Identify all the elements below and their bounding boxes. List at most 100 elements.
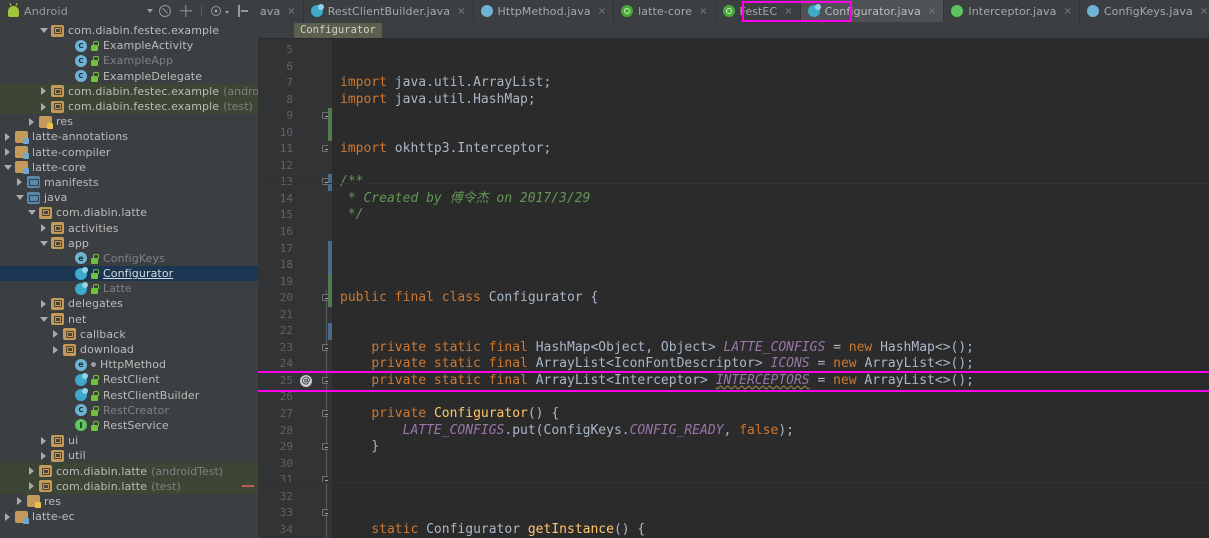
tree-right-arrow-icon[interactable] [26,482,37,491]
line-number: 18 [279,258,293,272]
tree-item-res[interactable]: res [0,494,258,509]
tree-right-arrow-icon[interactable] [26,467,37,476]
tree-item-restclientbuilder[interactable]: RestClientBuilder [0,388,258,403]
tree-item-latte-ec[interactable]: latte-ec [0,509,258,524]
tab-close-icon[interactable]: × [784,6,792,17]
tree-right-arrow-icon[interactable] [38,87,49,96]
tree-item-label: java [44,191,68,205]
gear-dropdown-caret-icon[interactable] [225,11,229,14]
tree-item-label: com.diabin.festec.example [68,100,220,114]
tree-item-com-diabin-festec-example[interactable]: com.diabin.festec.example (test) [0,98,258,115]
settings-gear-icon[interactable] [211,6,221,16]
tree-item-exampleactivity[interactable]: ExampleActivity [0,38,258,53]
tree-item-latte-annotations[interactable]: latte-annotations [0,129,258,144]
tree-right-arrow-icon[interactable] [38,224,49,233]
tree-right-arrow-icon[interactable] [38,451,49,460]
tree-item-com-diabin-latte[interactable]: com.diabin.latte (androidTest) [0,463,258,479]
tree-item-exampledelegate[interactable]: ExampleDelegate [0,69,258,84]
annotation-marker-icon[interactable]: @ [300,375,312,387]
editor-tab-restclientbuilder-java[interactable]: RestClientBuilder.java × [303,0,474,22]
tree-right-arrow-icon[interactable] [14,178,25,187]
expand-all-icon[interactable] [180,5,192,17]
tree-item-label: util [68,449,86,463]
tree-item-label: latte-ec [32,510,75,524]
tree-item-delegates[interactable]: delegates [0,296,258,311]
editor-tab-configkeys-java[interactable]: ConfigKeys.java × [1079,0,1209,22]
tree-item-download[interactable]: download [0,342,258,357]
tree-item-restservice[interactable]: RestService [0,418,258,433]
tree-item-exampleapp[interactable]: ExampleApp [0,53,258,68]
tree-item-latte-compiler[interactable]: latte-compiler [0,145,258,160]
editor-tab-latte-core[interactable]: latte-core × [614,0,716,22]
hide-panel-icon[interactable] [238,5,250,17]
tree-item-manifests[interactable]: manifests [0,175,258,190]
tree-item-httpmethod[interactable]: HttpMethod [0,357,258,372]
tree-item-com-diabin-latte[interactable]: com.diabin.latte (test) [0,478,258,494]
editor-tab-ava[interactable]: ava × [258,0,304,22]
tree-item-res[interactable]: res [0,114,258,129]
tree-right-arrow-icon[interactable] [2,512,13,521]
editor-tab-httpmethod-java[interactable]: HttpMethod.java × [473,0,615,22]
collapse-all-icon[interactable] [159,5,171,17]
tree-right-arrow-icon[interactable] [38,299,49,308]
tab-close-icon[interactable]: × [598,6,606,17]
tree-item-app[interactable]: app [0,236,258,251]
tree-item-callback[interactable]: callback [0,327,258,342]
tree-right-arrow-icon[interactable] [50,345,61,354]
editor-tab-configurator-java[interactable]: Configurator.java × [800,0,945,22]
tree-item-ui[interactable]: ui [0,433,258,448]
tree-item-restcreator[interactable]: RestCreator [0,403,258,418]
tree-item-label: com.diabin.festec.example [68,24,220,38]
tree-down-arrow-icon[interactable] [14,195,25,201]
tree-item-icons [49,24,64,37]
tree-item-com-diabin-festec-example[interactable]: com.diabin.festec.example(androidTest) [0,83,258,99]
tree-down-arrow-icon[interactable] [38,28,49,34]
tree-down-arrow-icon[interactable] [26,210,37,216]
tree-item-com-diabin-latte[interactable]: com.diabin.latte [0,205,258,220]
tree-item-activities[interactable]: activities [0,220,258,235]
tab-close-icon[interactable]: × [699,6,707,17]
tab-close-icon[interactable]: × [928,6,936,17]
tree-down-arrow-icon[interactable] [38,240,49,246]
tree-item-icons [49,85,64,98]
error-marker [242,485,254,488]
tree-item-java[interactable]: java [0,190,258,205]
tree-right-arrow-icon[interactable] [2,132,13,141]
lock-icon [90,374,99,386]
lock-icon [90,283,99,295]
tree-item-restclient[interactable]: RestClient [0,372,258,387]
editor-tab-bar: ava × RestClientBuilder.java × HttpMethod.ja… [258,0,1209,22]
tree-item-latte-core[interactable]: latte-core [0,160,258,175]
tree-right-arrow-icon[interactable] [26,117,37,126]
breadcrumb-item-configurator[interactable]: Configurator [294,22,382,38]
tree-right-arrow-icon[interactable] [38,436,49,445]
tree-down-arrow-icon[interactable] [2,164,13,170]
tree-item-net[interactable]: net [0,312,258,327]
tree-item-configurator[interactable]: Configurator [0,266,258,282]
tree-item-util[interactable]: util [0,448,258,463]
tab-close-icon[interactable]: × [1063,6,1071,17]
code-content[interactable]: import java.util.ArrayList; import java.u… [332,39,1209,538]
tree-item-com-diabin-festec-example[interactable]: com.diabin.festec.example [0,23,258,38]
tab-close-icon[interactable]: × [457,6,465,17]
editor-tab-festec[interactable]: FestEC × [715,0,801,22]
tree-item-configkeys[interactable]: ConfigKeys [0,251,258,266]
tree-item-icons [13,161,29,175]
tree-item-icons [49,100,64,113]
tree-right-arrow-icon[interactable] [2,148,13,157]
tab-close-icon[interactable]: × [287,6,295,17]
tree-right-arrow-icon[interactable] [50,330,61,339]
editor-tab-interceptor-java[interactable]: Interceptor.java × [944,0,1080,22]
tree-right-arrow-icon[interactable] [14,497,25,506]
tree-item-latte[interactable]: Latte [0,281,258,296]
tree-right-arrow-icon[interactable] [38,102,49,111]
modifier-dot-icon [91,362,96,368]
interface-icon [75,419,87,432]
tree-down-arrow-icon[interactable] [38,316,49,322]
line-number: 15 [279,208,293,222]
tab-close-icon[interactable]: × [1200,6,1208,17]
dropdown-caret-icon[interactable] [147,9,153,13]
